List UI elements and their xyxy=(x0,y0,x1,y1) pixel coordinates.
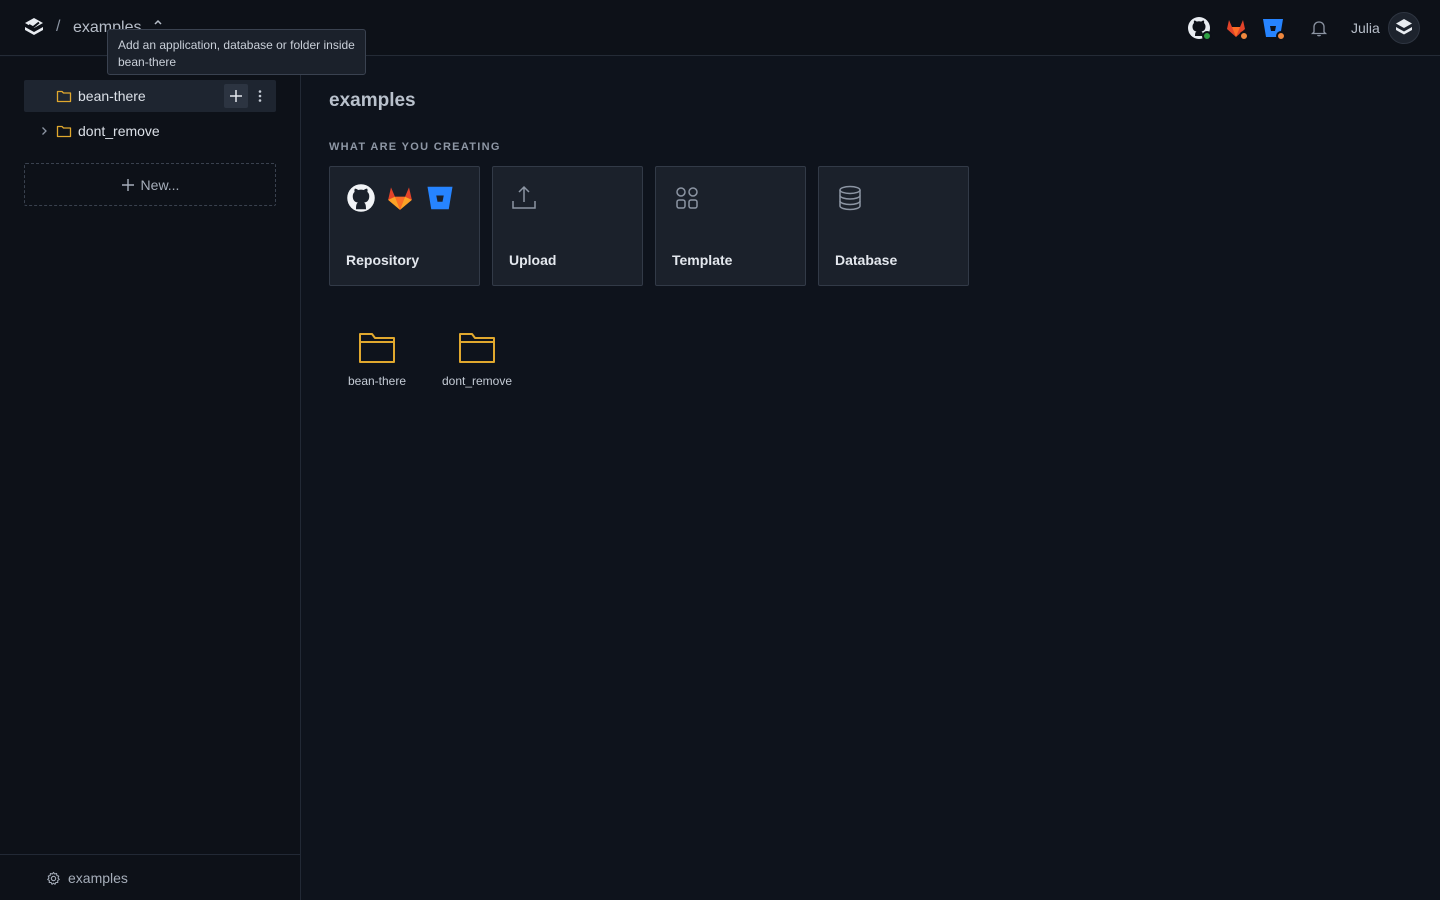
folder-icon xyxy=(56,125,72,138)
upload-icon xyxy=(512,185,536,209)
avatar[interactable] xyxy=(1388,12,1420,44)
status-dot xyxy=(1202,31,1212,41)
database-card[interactable]: Database xyxy=(818,166,969,286)
gitlab-status-button[interactable] xyxy=(1224,16,1250,42)
bitbucket-status-button[interactable] xyxy=(1261,16,1287,42)
card-label: Database xyxy=(835,252,898,268)
new-button[interactable]: New... xyxy=(24,163,276,206)
new-button-label: New... xyxy=(140,176,180,193)
folder-icon xyxy=(359,333,395,363)
sidebar-item-dont-remove[interactable]: dont_remove xyxy=(24,115,276,147)
database-icon xyxy=(839,185,861,211)
bitbucket-icon xyxy=(427,186,453,210)
status-dot xyxy=(1276,31,1286,41)
plus-icon xyxy=(121,178,134,191)
card-label: Repository xyxy=(346,252,420,268)
status-dot xyxy=(1239,31,1249,41)
section-label: WHAT ARE YOU CREATING xyxy=(329,141,501,153)
folder-tile-bean-there[interactable]: bean-there xyxy=(327,326,427,396)
add-to-folder-button[interactable] xyxy=(224,84,248,108)
card-label: Upload xyxy=(509,252,557,268)
avatar-logo-icon xyxy=(1396,19,1412,35)
template-card[interactable]: Template xyxy=(655,166,806,286)
template-grid-icon xyxy=(676,187,698,209)
footer-project-label: examples xyxy=(68,870,128,886)
github-status-button[interactable] xyxy=(1187,16,1213,42)
sidebar: bean-there dont_remove New... examples xyxy=(0,57,301,900)
chevron-right-icon[interactable] xyxy=(38,125,50,137)
sidebar-item-label: bean-there xyxy=(78,88,146,104)
sidebar-item-label: dont_remove xyxy=(78,123,160,139)
tooltip: Add an application, database or folder i… xyxy=(107,29,366,75)
bell-icon[interactable] xyxy=(1310,19,1328,37)
card-label: Template xyxy=(672,252,733,268)
more-vertical-icon xyxy=(258,90,262,102)
github-icon xyxy=(347,184,375,212)
sidebar-footer[interactable]: examples xyxy=(0,854,300,900)
app-logo-icon[interactable] xyxy=(22,16,46,40)
more-options-button[interactable] xyxy=(252,84,268,108)
folder-icon xyxy=(459,333,495,363)
plus-icon xyxy=(230,90,242,102)
breadcrumb-separator: / xyxy=(56,18,61,35)
upload-card[interactable]: Upload xyxy=(492,166,643,286)
user-name[interactable]: Julia xyxy=(1351,20,1380,36)
folder-tile-dont-remove[interactable]: dont_remove xyxy=(427,326,527,396)
folder-icon xyxy=(56,90,72,103)
repository-card[interactable]: Repository xyxy=(329,166,480,286)
folder-label: bean-there xyxy=(347,374,407,388)
gitlab-icon xyxy=(388,187,412,210)
gear-icon xyxy=(47,871,60,885)
sidebar-item-bean-there[interactable]: bean-there xyxy=(24,80,276,112)
folder-label: dont_remove xyxy=(441,374,513,388)
page-title: examples xyxy=(329,90,416,111)
